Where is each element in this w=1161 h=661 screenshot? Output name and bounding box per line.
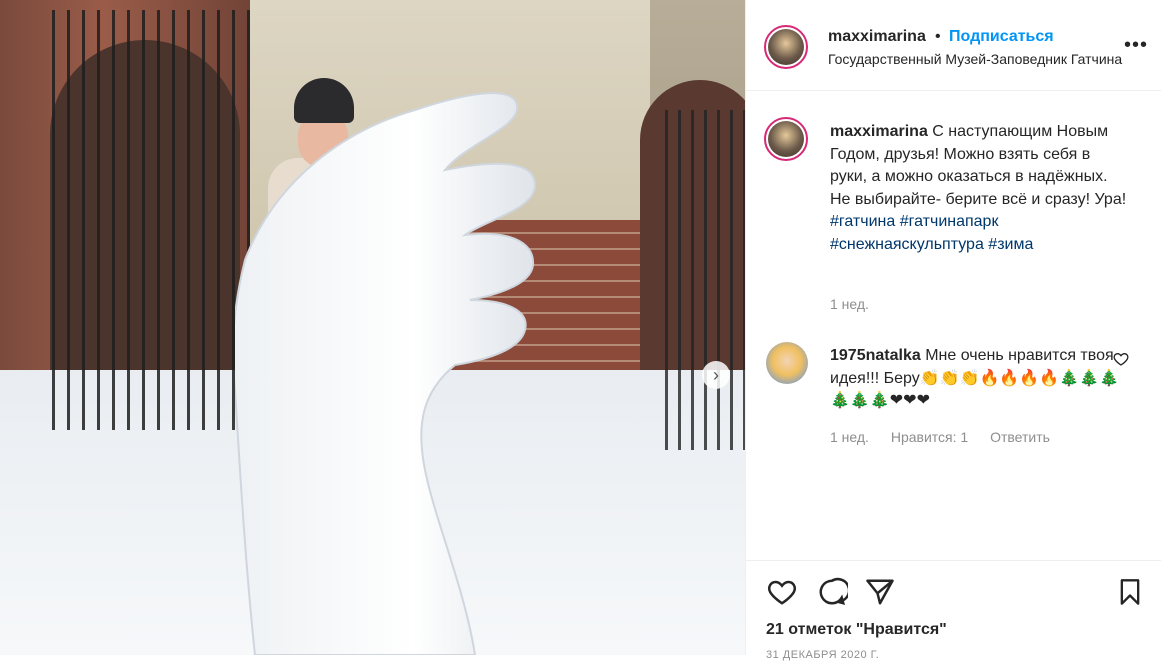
snow-hand-sculpture (235, 92, 537, 655)
caption-avatar[interactable] (764, 117, 808, 161)
post-side-panel: maxximarina • Подписаться Государственны… (745, 0, 1161, 661)
follow-button[interactable]: Подписаться (949, 28, 1054, 46)
share-icon[interactable] (864, 577, 896, 607)
commenter-avatar[interactable] (766, 342, 808, 384)
likes-count[interactable]: 21 отметок "Нравится" (766, 621, 947, 639)
post-photo[interactable]: › (0, 0, 745, 655)
comment: 1975natalka Мне очень нравится твоя идея… (830, 345, 1120, 413)
post-date[interactable]: 31 ДЕКАБРЯ 2020 Г. (766, 649, 879, 661)
hashtag-link[interactable]: #снежнаяскульптура (830, 236, 984, 253)
hashtag-link[interactable]: #гатчинапарк (900, 213, 999, 230)
post-caption: maxximarina С наступающим Новым Годом, д… (830, 121, 1130, 256)
comment-icon[interactable] (816, 577, 848, 607)
caption-username[interactable]: maxximarina (830, 123, 928, 140)
like-heart-icon[interactable] (766, 577, 798, 607)
author-username[interactable]: maxximarina (828, 28, 926, 46)
author-avatar[interactable] (764, 25, 808, 69)
next-photo-button[interactable]: › (702, 361, 730, 389)
comment-likes[interactable]: Нравится: 1 (891, 429, 968, 445)
bookmark-icon[interactable] (1116, 577, 1144, 607)
comment-username[interactable]: 1975natalka (830, 347, 921, 364)
comment-like-icon[interactable] (1113, 351, 1129, 367)
location-link[interactable]: Государственный Музей-Заповедник Гатчина (828, 51, 1143, 67)
separator-dot: • (935, 28, 941, 45)
iron-fence-right (655, 110, 745, 450)
comment-meta: 1 нед. Нравится: 1 Ответить (830, 429, 1068, 445)
action-bar: 21 отметок "Нравится" 31 ДЕКАБРЯ 2020 Г. (746, 560, 1161, 661)
comment-time[interactable]: 1 нед. (830, 429, 869, 445)
hashtag-link[interactable]: #зима (988, 236, 1033, 253)
more-options-icon[interactable]: ••• (1124, 34, 1148, 57)
iron-fence-left (40, 10, 250, 430)
hashtag-link[interactable]: #гатчина (830, 213, 895, 230)
caption-time[interactable]: 1 нед. (830, 296, 869, 312)
post-header: maxximarina • Подписаться Государственны… (746, 0, 1161, 91)
reply-button[interactable]: Ответить (990, 429, 1050, 445)
